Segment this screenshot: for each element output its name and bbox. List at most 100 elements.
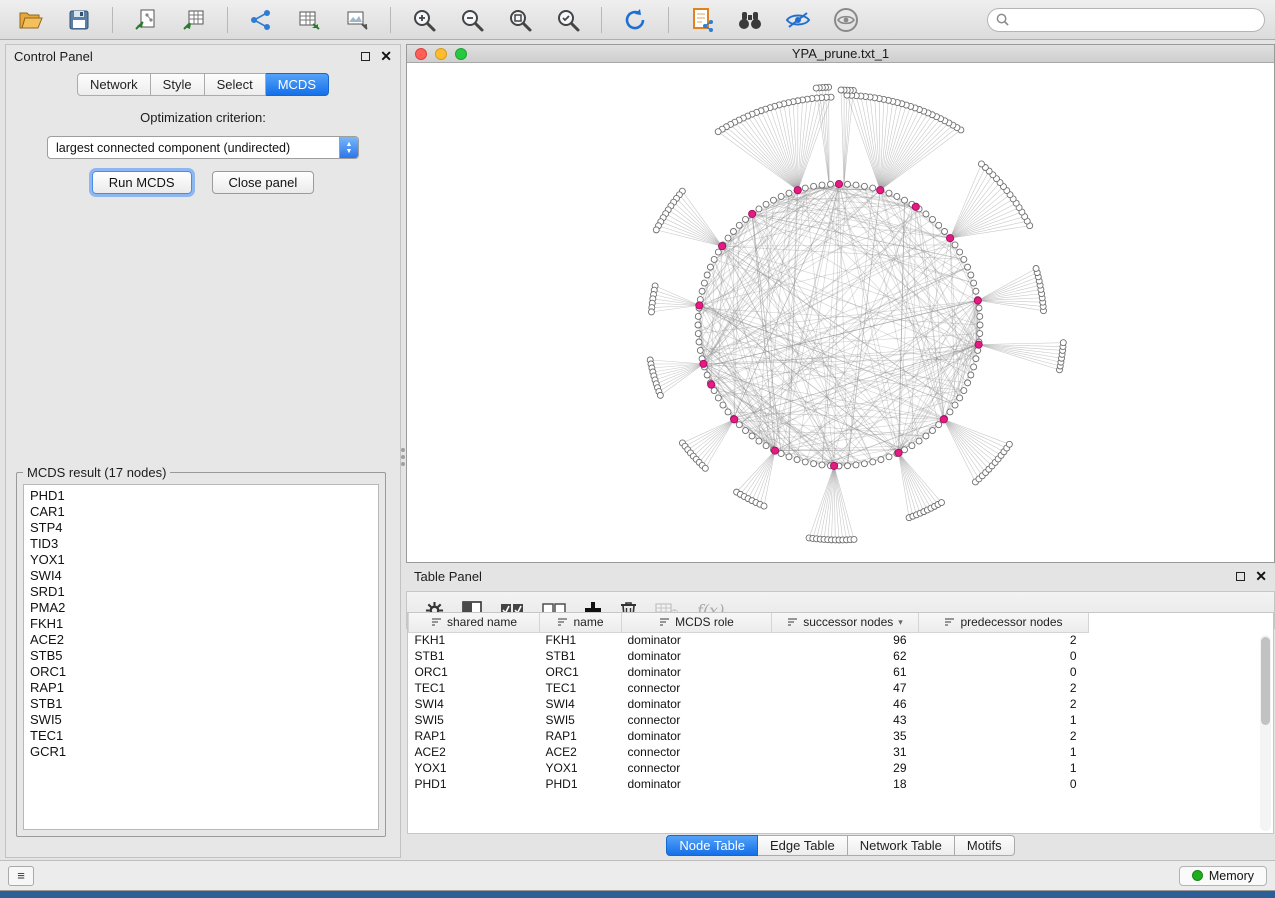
- tab-network-table[interactable]: Network Table: [848, 835, 955, 856]
- apply-layout-button[interactable]: [614, 4, 656, 36]
- table-row[interactable]: ACE2ACE2connector311: [409, 744, 1274, 760]
- table-export-icon: [297, 8, 321, 32]
- result-list-item[interactable]: TID3: [30, 536, 372, 552]
- main-toolbar: [0, 0, 1275, 40]
- result-list-item[interactable]: ACE2: [30, 632, 372, 648]
- table-cell: SWI5: [540, 712, 622, 728]
- result-list-item[interactable]: TEC1: [30, 728, 372, 744]
- table-row[interactable]: FKH1FKH1dominator962: [409, 632, 1274, 648]
- table-row[interactable]: SWI5SWI5connector431: [409, 712, 1274, 728]
- minimize-window-icon[interactable]: [435, 48, 447, 60]
- table-row[interactable]: SWI4SWI4dominator462: [409, 696, 1274, 712]
- table-cell: SWI4: [540, 696, 622, 712]
- memory-label: Memory: [1209, 869, 1254, 883]
- import-table-file-button[interactable]: [173, 4, 215, 36]
- import-network-file-button[interactable]: [125, 4, 167, 36]
- close-table-panel-icon[interactable]: ✕: [1255, 571, 1267, 581]
- zoom-in-button[interactable]: [403, 4, 445, 36]
- table-row[interactable]: PHD1PHD1dominator180: [409, 776, 1274, 792]
- table-scrollbar[interactable]: [1260, 635, 1271, 831]
- column-header-mcds-role[interactable]: MCDS role: [622, 613, 772, 632]
- close-window-icon[interactable]: [415, 48, 427, 60]
- export-network-button[interactable]: [240, 4, 282, 36]
- result-list-item[interactable]: STP4: [30, 520, 372, 536]
- column-header-shared-name[interactable]: shared name: [409, 613, 540, 632]
- export-image-button[interactable]: [336, 4, 378, 36]
- close-panel-button[interactable]: Close panel: [212, 171, 315, 194]
- task-history-button[interactable]: ≡: [8, 866, 34, 886]
- result-list-item[interactable]: STB5: [30, 648, 372, 664]
- result-list-item[interactable]: STB1: [30, 696, 372, 712]
- tab-motifs[interactable]: Motifs: [955, 835, 1015, 856]
- zoom-selected-button[interactable]: [547, 4, 589, 36]
- save-icon: [68, 9, 90, 31]
- result-list-item[interactable]: SRD1: [30, 584, 372, 600]
- mcds-result-list[interactable]: PHD1CAR1STP4TID3YOX1SWI4SRD1PMA2FKH1ACE2…: [23, 484, 379, 830]
- tab-node-table[interactable]: Node Table: [666, 835, 758, 856]
- result-list-item[interactable]: PMA2: [30, 600, 372, 616]
- tab-select[interactable]: Select: [205, 73, 266, 96]
- search-network-button[interactable]: [729, 4, 771, 36]
- table-cell: connector: [622, 760, 772, 776]
- result-list-item[interactable]: PHD1: [30, 488, 372, 504]
- list-icon: ≡: [17, 868, 25, 883]
- result-list-item[interactable]: CAR1: [30, 504, 372, 520]
- table-cell: PHD1: [540, 776, 622, 792]
- tab-network[interactable]: Network: [77, 73, 151, 96]
- zoom-out-button[interactable]: [451, 4, 493, 36]
- table-cell: PHD1: [409, 776, 540, 792]
- zoom-selected-icon: [555, 7, 581, 33]
- result-list-item[interactable]: SWI4: [30, 568, 372, 584]
- open-session-button[interactable]: [10, 4, 52, 36]
- criterion-select[interactable]: largest connected component (undirected)…: [47, 136, 359, 159]
- table-cell-filler: [1089, 680, 1274, 696]
- export-table-button[interactable]: [288, 4, 330, 36]
- status-bar: ≡ Memory: [0, 860, 1275, 890]
- result-list-item[interactable]: YOX1: [30, 552, 372, 568]
- memory-button[interactable]: Memory: [1179, 866, 1267, 886]
- result-list-item[interactable]: GCR1: [30, 744, 372, 760]
- share-document-button[interactable]: [681, 4, 723, 36]
- float-table-panel-icon[interactable]: [1236, 572, 1245, 581]
- tab-mcds[interactable]: MCDS: [266, 73, 329, 96]
- table-cell: TEC1: [540, 680, 622, 696]
- column-header-predecessor-nodes[interactable]: predecessor nodes: [919, 613, 1089, 632]
- table-row[interactable]: RAP1RAP1dominator352: [409, 728, 1274, 744]
- table-cell: 0: [919, 664, 1089, 680]
- result-list-item[interactable]: RAP1: [30, 680, 372, 696]
- table-cell-filler: [1089, 776, 1274, 792]
- close-panel-icon[interactable]: ✕: [380, 51, 392, 61]
- maximize-window-icon[interactable]: [455, 48, 467, 60]
- run-mcds-button[interactable]: Run MCDS: [92, 171, 192, 194]
- zoom-fit-button[interactable]: [499, 4, 541, 36]
- table-row[interactable]: YOX1YOX1connector291: [409, 760, 1274, 776]
- column-header-filler: [1089, 613, 1274, 632]
- sort-icon: [431, 617, 442, 627]
- search-input[interactable]: [1014, 13, 1256, 27]
- sort-icon: [944, 617, 955, 627]
- column-header-name[interactable]: name: [540, 613, 622, 632]
- column-header-successor-nodes[interactable]: successor nodes▾: [772, 613, 919, 632]
- eye-icon: [833, 7, 859, 33]
- table-row[interactable]: TEC1TEC1connector472: [409, 680, 1274, 696]
- search-box[interactable]: [987, 8, 1265, 32]
- sort-icon: [787, 617, 798, 627]
- show-all-button[interactable]: [825, 4, 867, 36]
- table-row[interactable]: ORC1ORC1dominator610: [409, 664, 1274, 680]
- table-cell: 96: [772, 632, 919, 648]
- tab-edge-table[interactable]: Edge Table: [758, 835, 848, 856]
- tab-style[interactable]: Style: [151, 73, 205, 96]
- zoom-fit-icon: [507, 7, 533, 33]
- table-row[interactable]: STB1STB1dominator620: [409, 648, 1274, 664]
- result-list-item[interactable]: SWI5: [30, 712, 372, 728]
- result-list-item[interactable]: ORC1: [30, 664, 372, 680]
- save-session-button[interactable]: [58, 4, 100, 36]
- table-cell: 2: [919, 680, 1089, 696]
- network-canvas[interactable]: [407, 63, 1274, 562]
- table-cell: ACE2: [409, 744, 540, 760]
- result-list-item[interactable]: FKH1: [30, 616, 372, 632]
- table-cell: 1: [919, 760, 1089, 776]
- hide-selected-button[interactable]: [777, 4, 819, 36]
- table-scrollbar-thumb[interactable]: [1261, 637, 1270, 725]
- float-panel-icon[interactable]: [361, 52, 370, 61]
